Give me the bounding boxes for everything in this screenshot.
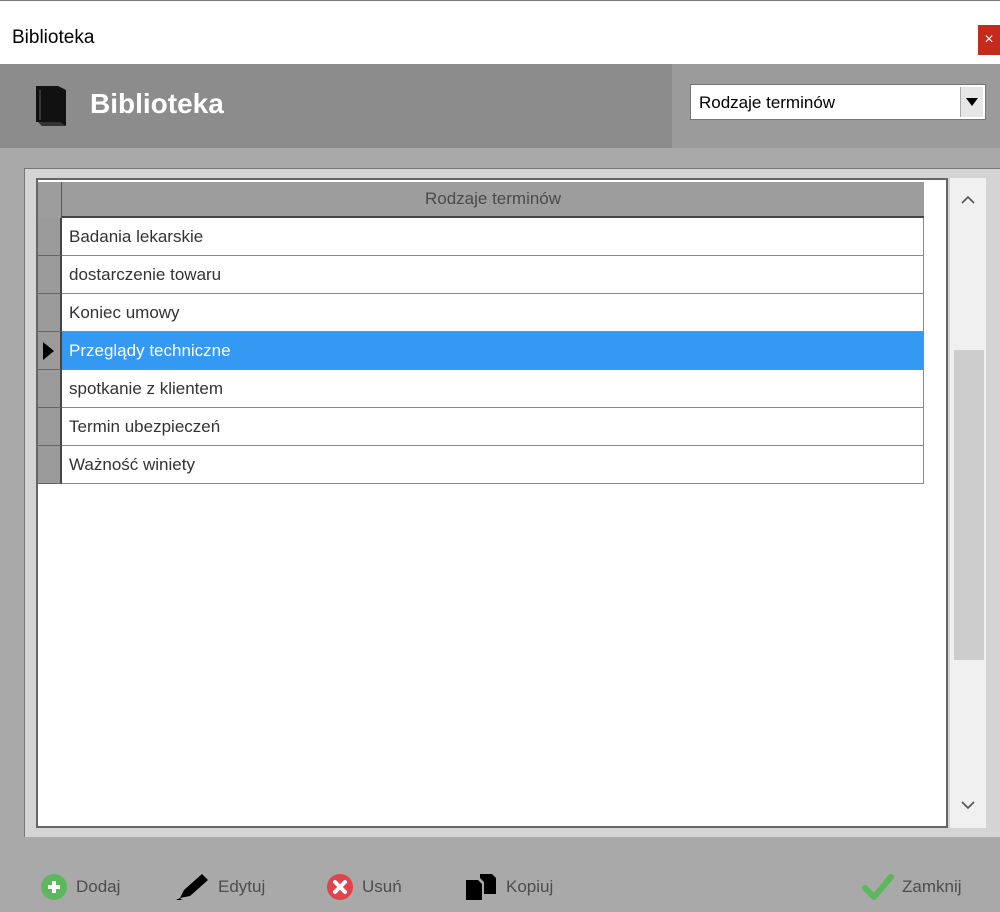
row-indicator-current[interactable] [38,332,62,370]
table-cell[interactable]: spotkanie z klientem [62,370,924,408]
row-indicator[interactable] [38,446,62,484]
table-cell[interactable]: Badania lekarskie [62,218,924,256]
table-row[interactable]: Ważność winiety [38,446,924,484]
table-row[interactable]: spotkanie z klientem [38,370,924,408]
window-titlebar: Biblioteka × [0,0,1000,65]
vertical-scrollbar[interactable] [950,178,986,828]
add-button-label: Dodaj [76,877,121,896]
close-icon: × [984,31,994,48]
row-indicator[interactable] [38,408,62,446]
category-dropdown[interactable]: Rodzaje terminów [690,84,986,120]
table-cell[interactable]: Przeglądy techniczne [62,332,924,370]
pencil-icon [176,874,208,900]
table-row-selected[interactable]: Przeglądy techniczne [38,332,924,370]
table-row[interactable]: Termin ubezpieczeń [38,408,924,446]
scroll-up-icon[interactable] [950,182,986,216]
table-row[interactable]: Koniec umowy [38,294,924,332]
row-indicator[interactable] [38,294,62,332]
header-bar: Biblioteka Rodzaje terminów [0,64,1000,148]
table-row[interactable]: Badania lekarskie [38,218,924,256]
row-indicator[interactable] [38,370,62,408]
copy-button[interactable]: Kopiuj [464,870,553,904]
checkmark-icon [862,874,894,900]
row-indicator[interactable] [38,218,62,256]
plus-circle-icon [41,874,67,900]
row-indicator-header [38,182,62,218]
x-circle-icon [327,874,353,900]
bottom-toolbar: Dodaj Edytuj Usuń Kopiuj Zamknij [0,836,1000,912]
grid-header: Rodzaje terminów [38,182,924,218]
close-button-label: Zamknij [902,877,962,896]
scroll-down-icon[interactable] [950,788,986,822]
scrollbar-thumb[interactable] [954,350,984,660]
grid-rows: Badania lekarskie dostarczenie towaru Ko… [38,218,924,484]
edit-button[interactable]: Edytuj [174,870,265,904]
current-row-arrow-icon [43,342,54,360]
column-header-rodzaje[interactable]: Rodzaje terminów [62,182,924,218]
table-cell[interactable]: Koniec umowy [62,294,924,332]
add-button[interactable]: Dodaj [40,870,120,904]
copy-button-label: Kopiuj [506,877,554,896]
category-dropdown-value: Rodzaje terminów [699,93,836,112]
edit-button-label: Edytuj [218,877,266,896]
table-cell[interactable]: Ważność winiety [62,446,924,484]
chevron-down-icon[interactable] [960,87,983,117]
delete-button[interactable]: Usuń [326,870,402,904]
page-title: Biblioteka [90,88,224,119]
close-window-button[interactable]: × [978,25,1000,55]
close-button[interactable]: Zamknij [862,870,962,904]
row-indicator[interactable] [38,256,62,294]
table-cell[interactable]: dostarczenie towaru [62,256,924,294]
table-row[interactable]: dostarczenie towaru [38,256,924,294]
copy-icon [466,874,496,900]
book-icon [36,86,66,126]
delete-button-label: Usuń [362,877,402,896]
table-cell[interactable]: Termin ubezpieczeń [62,408,924,446]
window-title: Biblioteka [12,27,95,48]
